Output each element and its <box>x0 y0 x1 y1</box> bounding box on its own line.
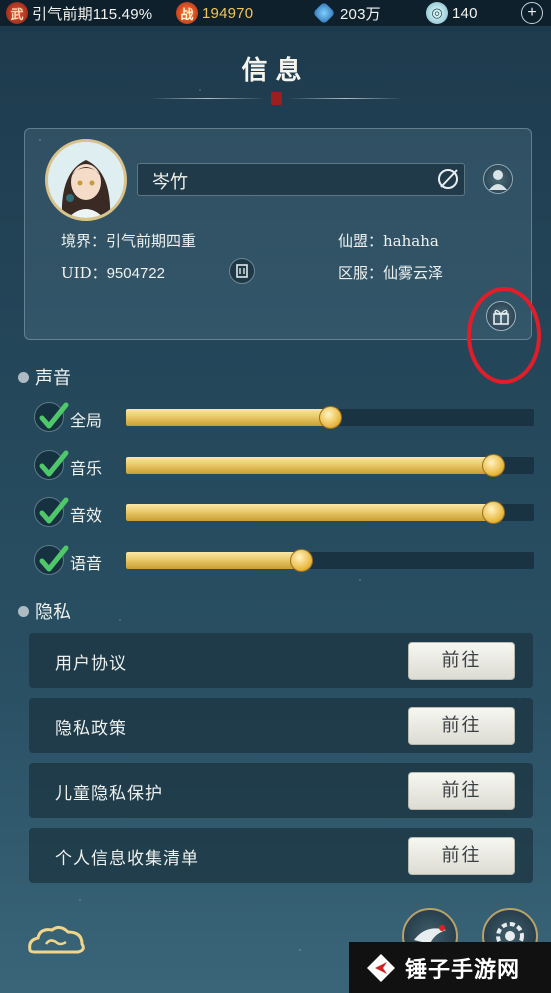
volume-fill <box>126 504 493 521</box>
slider-knob[interactable] <box>289 549 313 572</box>
server-info: 区服：仙雾云泽 <box>338 264 444 282</box>
volume-fill <box>126 409 330 426</box>
volume-slider[interactable] <box>126 549 534 572</box>
copy-icon <box>236 264 248 278</box>
title-divider-right <box>288 98 403 99</box>
power-value: 194970 <box>202 4 254 22</box>
slider-knob[interactable] <box>481 501 505 524</box>
volume-row: 全局 <box>30 402 535 432</box>
volume-row: 音乐 <box>30 450 535 480</box>
character-appearance-button[interactable] <box>483 164 513 194</box>
wu-badge-icon: 武 <box>6 2 28 24</box>
copy-uid-button[interactable] <box>229 258 255 284</box>
volume-slider[interactable] <box>126 406 534 429</box>
privacy-row: 隐私政策 前往 <box>29 698 533 753</box>
go-to-button[interactable]: 前往 <box>408 772 515 810</box>
page-title: 信息 <box>241 56 310 86</box>
jade-item[interactable]: ◎ 140 <box>426 0 516 26</box>
volume-row: 语音 <box>30 545 535 575</box>
jade-value: 140 <box>452 4 478 22</box>
privacy-row: 用户协议 前往 <box>29 633 533 688</box>
volume-slider[interactable] <box>126 501 534 524</box>
character-portrait-icon <box>48 142 124 218</box>
alliance-info: 仙盟：hahaha <box>338 232 439 250</box>
person-silhouette-icon <box>489 170 507 190</box>
title-divider-left <box>150 98 265 99</box>
volume-label: 全局 <box>70 411 103 430</box>
edit-name-icon[interactable] <box>436 167 460 191</box>
go-to-button[interactable]: 前往 <box>408 837 515 875</box>
slider-knob[interactable] <box>481 454 505 477</box>
slider-knob[interactable] <box>318 406 342 429</box>
volume-label: 语音 <box>70 554 103 573</box>
uid-label: UID：9504722 <box>61 262 165 283</box>
volume-checkbox[interactable] <box>34 450 69 480</box>
volume-checkbox[interactable] <box>34 497 69 527</box>
checkmark-icon <box>39 450 69 477</box>
hammer-logo-icon <box>367 953 395 982</box>
volume-label: 音效 <box>70 506 103 525</box>
volume-slider[interactable] <box>126 454 534 477</box>
volume-fill <box>126 552 301 569</box>
site-watermark: 锤子手游网 <box>349 942 551 993</box>
annotation-highlight-circle <box>467 287 541 384</box>
sound-heading-text: 声音 <box>35 368 71 389</box>
privacy-row-label: 隐私政策 <box>55 719 127 739</box>
checkmark-icon <box>39 497 69 524</box>
realm-info: 境界：引气前期四重 <box>61 232 197 250</box>
realm-progress-text: 引气前期115.49% <box>32 5 153 23</box>
avatar[interactable] <box>45 139 127 221</box>
uid-prefix: UID： <box>61 264 107 282</box>
gem-item[interactable]: 203万 <box>312 0 426 26</box>
volume-fill <box>126 457 493 474</box>
privacy-row: 儿童隐私保护 前往 <box>29 763 533 818</box>
privacy-row-label: 用户协议 <box>55 654 127 674</box>
uid-value: 9504722 <box>106 265 165 282</box>
seal-icon <box>271 92 282 105</box>
bullet-icon <box>18 371 29 383</box>
checkmark-icon <box>39 402 69 429</box>
realm-progress-item[interactable]: 武 引气前期115.49% <box>0 0 176 26</box>
bullet-icon <box>18 605 29 617</box>
privacy-row-label: 儿童隐私保护 <box>55 784 163 804</box>
player-name: 岑竹 <box>152 172 188 193</box>
watermark-text: 锤子手游网 <box>405 957 521 983</box>
go-to-button[interactable]: 前往 <box>408 707 515 745</box>
privacy-row-label: 个人信息收集清单 <box>55 849 199 869</box>
privacy-section-heading: 隐私 <box>18 598 71 624</box>
checkmark-icon <box>39 545 69 572</box>
zhan-badge-icon: 战 <box>176 2 198 24</box>
currency-bar: 武 引气前期115.49% 战 194970 203万 ◎ 140 + <box>0 0 551 26</box>
privacy-heading-text: 隐私 <box>35 602 71 623</box>
power-item[interactable]: 战 194970 <box>176 0 316 26</box>
volume-checkbox[interactable] <box>34 402 69 432</box>
gem-value: 203万 <box>340 5 381 23</box>
volume-checkbox[interactable] <box>34 545 69 575</box>
go-to-button[interactable]: 前往 <box>408 642 515 680</box>
sound-section-heading: 声音 <box>18 364 71 390</box>
spirit-gem-icon <box>312 1 336 25</box>
auspicious-cloud-icon[interactable] <box>26 924 88 958</box>
jade-coin-icon: ◎ <box>426 2 448 24</box>
volume-label: 音乐 <box>70 459 103 478</box>
volume-row: 音效 <box>30 497 535 527</box>
privacy-row: 个人信息收集清单 前往 <box>29 828 533 883</box>
add-currency-button[interactable]: + <box>521 2 543 24</box>
